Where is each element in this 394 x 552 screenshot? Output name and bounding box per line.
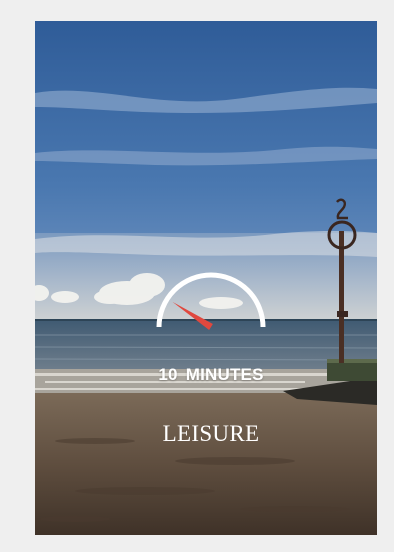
duration-value: 10 — [158, 365, 178, 384]
speedometer-icon — [156, 272, 266, 330]
category-label: LEISURE — [162, 421, 260, 446]
gauge-arc — [156, 272, 266, 328]
page: 10 MINUTES LEISURE — [0, 0, 394, 552]
card-overlay: 10 MINUTES LEISURE — [35, 21, 377, 535]
duration-unit: MINUTES — [185, 365, 264, 384]
reading-duration: 10 MINUTES — [35, 365, 377, 385]
article-card[interactable]: 10 MINUTES LEISURE — [35, 21, 377, 535]
gauge-needle — [172, 301, 213, 330]
